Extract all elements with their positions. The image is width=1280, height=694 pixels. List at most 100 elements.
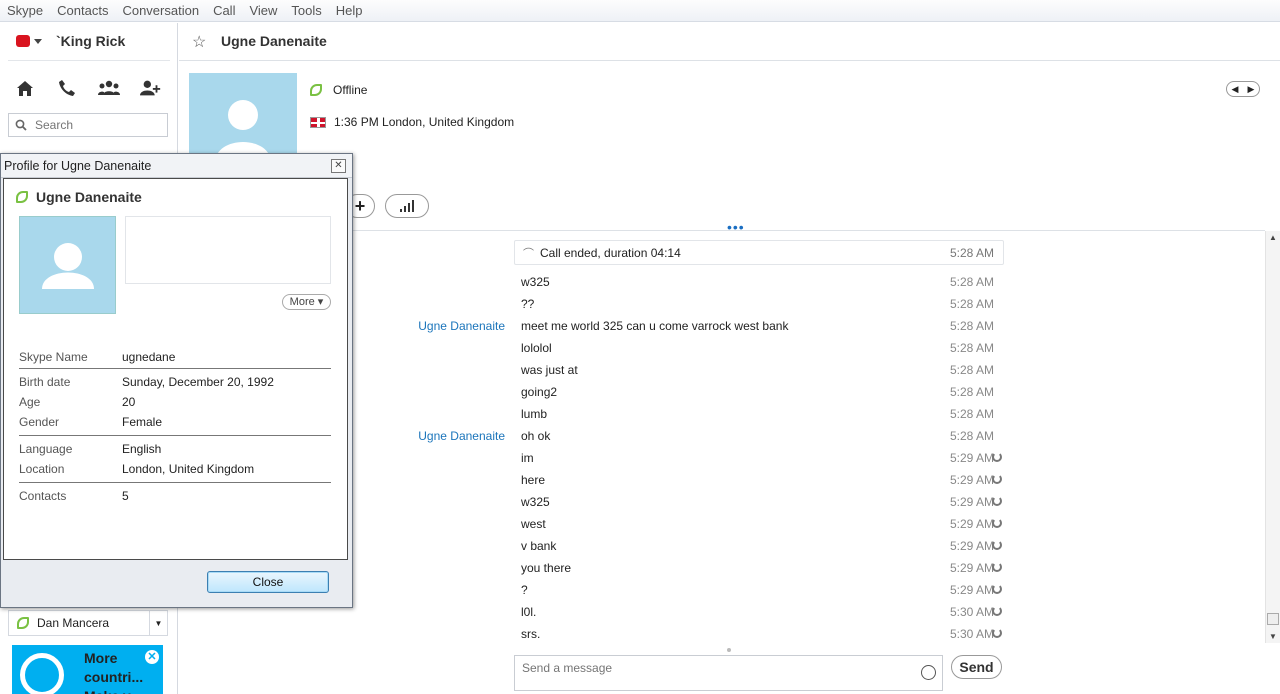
- search-input[interactable]: [35, 118, 155, 132]
- offline-status-icon: [17, 617, 29, 629]
- message-time: 5:28 AM: [950, 275, 995, 289]
- message-input[interactable]: [515, 656, 895, 686]
- send-button[interactable]: Send: [951, 655, 1002, 679]
- menu-contacts[interactable]: Contacts: [50, 3, 115, 18]
- divider: [19, 482, 331, 483]
- group-icon[interactable]: [98, 77, 120, 99]
- sending-spinner-icon: [992, 452, 1002, 462]
- menu-call[interactable]: Call: [206, 3, 242, 18]
- favorite-star-icon[interactable]: ☆: [192, 32, 206, 52]
- contact-status: Offline: [310, 83, 367, 97]
- sending-spinner-icon: [992, 562, 1002, 572]
- message-text: going2: [521, 385, 558, 399]
- menu-bar: Skype Contacts Conversation Call View To…: [0, 0, 1280, 22]
- field-value: London, United Kingdom: [122, 462, 255, 476]
- field-label: Location: [19, 462, 65, 476]
- message-sender[interactable]: Ugne Danenaite: [418, 319, 505, 333]
- message-text: here: [521, 473, 546, 487]
- message-time: 5:29 AM: [950, 473, 995, 487]
- message-time: 5:28 AM: [950, 319, 995, 333]
- menu-view[interactable]: View: [242, 3, 284, 18]
- chat-scrollbar[interactable]: ▲ ▼: [1265, 231, 1280, 643]
- dropdown-arrow-icon[interactable]: ▼: [149, 611, 167, 635]
- call-ended-notice: ⌒ Call ended, duration 04:14 5:28 AM: [514, 240, 1004, 265]
- hangup-icon: ⌒: [523, 247, 534, 260]
- scroll-up-icon[interactable]: ▲: [1269, 233, 1277, 242]
- message-time: 5:28 AM: [950, 407, 995, 421]
- message-text: w325: [521, 275, 550, 289]
- globe-icon: [20, 653, 64, 694]
- dialog-titlebar[interactable]: Profile for Ugne Danenaite ✕: [1, 154, 352, 178]
- sending-spinner-icon: [992, 606, 1002, 616]
- contact-local-time: 1:36 PM London, United Kingdom: [310, 115, 514, 129]
- message-text: srs.: [521, 627, 541, 641]
- compose-box[interactable]: [514, 655, 943, 691]
- emoticon-icon[interactable]: [921, 665, 936, 680]
- field-label: Birth date: [19, 375, 71, 389]
- close-button[interactable]: Close: [207, 571, 329, 593]
- field-value: Sunday, December 20, 1992: [122, 375, 274, 389]
- user-status-selector[interactable]: `King Rick: [16, 33, 125, 49]
- message-text: v bank: [521, 539, 557, 553]
- message-time: 5:30 AM: [950, 627, 995, 641]
- field-location: Location London, United Kingdom: [19, 459, 331, 479]
- message-time: 5:29 AM: [950, 561, 995, 575]
- call-quality-button[interactable]: [385, 194, 429, 218]
- home-icon[interactable]: [14, 77, 36, 99]
- sending-spinner-icon: [992, 628, 1002, 638]
- message-time: 5:28 AM: [950, 297, 995, 311]
- close-icon[interactable]: ✕: [145, 650, 159, 664]
- phone-icon[interactable]: [56, 77, 78, 99]
- scroll-down-icon[interactable]: ▼: [1269, 632, 1277, 641]
- field-language: Language English: [19, 439, 331, 459]
- menu-skype[interactable]: Skype: [0, 3, 50, 18]
- message-text: l0l.: [521, 605, 537, 619]
- arrow-right-icon[interactable]: ▶: [1248, 84, 1255, 95]
- message-row: srs. 5:30 AM: [179, 623, 1269, 645]
- profile-panel: Ugne Danenaite More ▾ Skype Name ugnedan…: [3, 178, 348, 560]
- more-dots-icon[interactable]: •••: [727, 219, 745, 235]
- sending-spinner-icon: [992, 518, 1002, 528]
- divider: [8, 60, 170, 61]
- ad-banner[interactable]: More countri... Make y... ✕: [12, 645, 163, 694]
- menu-conversation[interactable]: Conversation: [115, 3, 206, 18]
- menu-help[interactable]: Help: [329, 3, 370, 18]
- contact-avatar[interactable]: [189, 73, 297, 163]
- close-icon[interactable]: ✕: [331, 159, 346, 173]
- message-time: 5:28 AM: [950, 363, 995, 377]
- field-contacts: Contacts 5: [19, 486, 331, 506]
- message-text: w325: [521, 495, 550, 509]
- field-birth-date: Birth date Sunday, December 20, 1992: [19, 372, 331, 392]
- message-time: 5:29 AM: [950, 583, 995, 597]
- contact-name: Dan Mancera: [37, 616, 110, 630]
- message-time: 5:30 AM: [950, 605, 995, 619]
- scroll-thumb[interactable]: [1267, 613, 1279, 625]
- sending-spinner-icon: [992, 474, 1002, 484]
- offline-status-icon: [310, 84, 322, 96]
- message-text: ??: [521, 297, 535, 311]
- field-value: 20: [122, 395, 136, 409]
- message-sender[interactable]: Ugne Danenaite: [418, 429, 505, 443]
- profile-name-text: Ugne Danenaite: [36, 189, 142, 205]
- drag-handle[interactable]: [727, 648, 731, 652]
- more-button[interactable]: More ▾: [282, 294, 331, 310]
- call-ended-text: Call ended, duration 04:14: [540, 245, 681, 260]
- field-label: Skype Name: [19, 350, 88, 364]
- search-box[interactable]: [8, 113, 168, 137]
- message-time: 5:28 AM: [950, 429, 995, 443]
- local-time-text: 1:36 PM London, United Kingdom: [334, 115, 515, 129]
- add-contact-icon[interactable]: [140, 77, 162, 99]
- more-label: More: [289, 296, 315, 308]
- contact-item[interactable]: Dan Mancera ▼: [8, 610, 168, 636]
- message-text: lumb: [521, 407, 548, 421]
- prev-next-arrows[interactable]: ◀ ▶: [1226, 81, 1260, 97]
- call-ended-time: 5:28 AM: [950, 245, 995, 260]
- sending-spinner-icon: [992, 496, 1002, 506]
- field-skype-name: Skype Name ugnedane: [19, 347, 331, 367]
- ad-text: More countri... Make y...: [84, 650, 144, 694]
- message-text: oh ok: [521, 429, 551, 443]
- arrow-left-icon[interactable]: ◀: [1232, 84, 1239, 95]
- field-label: Age: [19, 395, 41, 409]
- menu-tools[interactable]: Tools: [284, 3, 328, 18]
- profile-name: Ugne Danenaite: [16, 189, 142, 205]
